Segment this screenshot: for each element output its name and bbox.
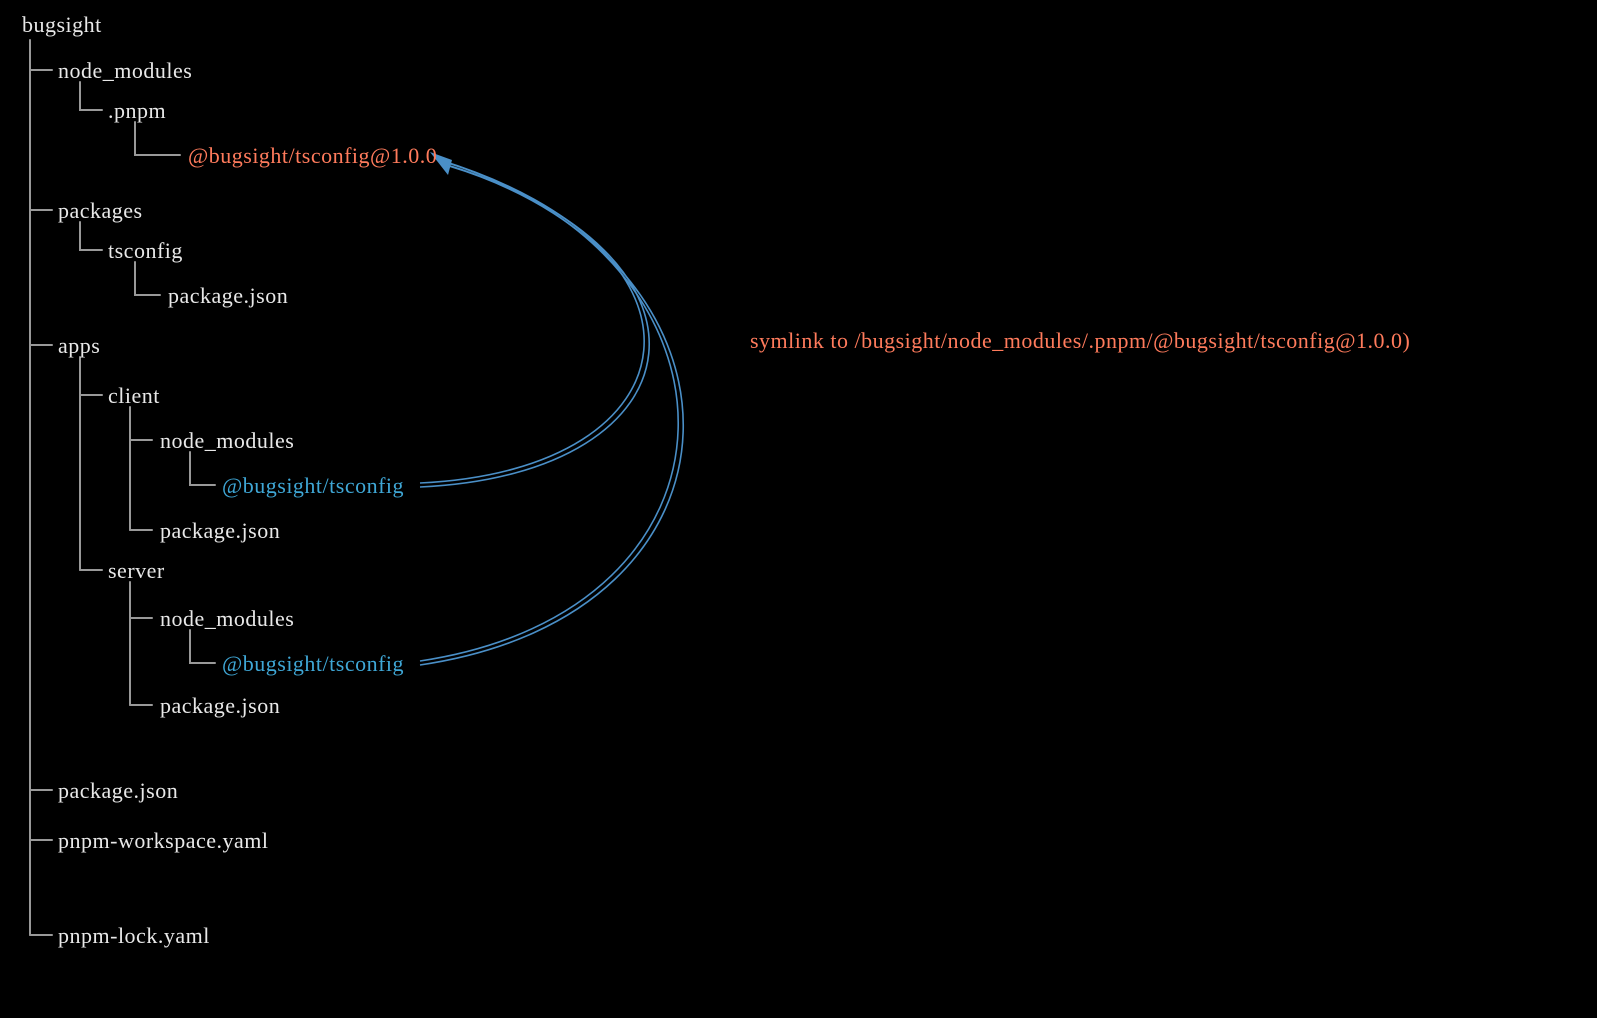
tsconfig-folder: tsconfig (108, 238, 183, 264)
tree-root: bugsight (22, 12, 102, 38)
packages-folder: packages (58, 198, 143, 224)
tsconfig-package-json: package.json (168, 283, 288, 309)
pnpm-lock-yaml: pnpm-lock.yaml (58, 923, 210, 949)
pnpm-folder: .pnpm (108, 98, 166, 124)
root-package-json: package.json (58, 778, 178, 804)
server-node-modules: node_modules (160, 606, 294, 632)
client-node-modules: node_modules (160, 428, 294, 454)
server-symlink: @bugsight/tsconfig (222, 651, 404, 677)
pnpm-workspace-yaml: pnpm-workspace.yaml (58, 828, 269, 854)
server-package-json: package.json (160, 693, 280, 719)
node-modules-folder: node_modules (58, 58, 192, 84)
pnpm-package-target: @bugsight/tsconfig@1.0.0 (188, 143, 437, 169)
symlink-annotation: symlink to /bugsight/node_modules/.pnpm/… (750, 328, 1410, 354)
client-package-json: package.json (160, 518, 280, 544)
client-symlink: @bugsight/tsconfig (222, 473, 404, 499)
server-folder: server (108, 558, 165, 584)
client-folder: client (108, 383, 160, 409)
apps-folder: apps (58, 333, 100, 359)
